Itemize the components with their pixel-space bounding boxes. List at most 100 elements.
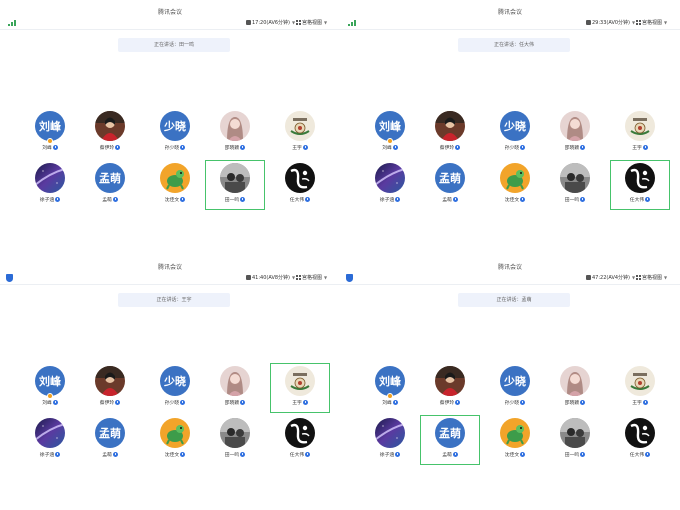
participant-name: 刘峰 [382, 401, 392, 406]
participant-tile[interactable]: 蔡伊玲 [420, 108, 480, 158]
participant-name-row: 王宇 [270, 399, 330, 406]
security-shield-icon[interactable] [346, 274, 353, 282]
meeting-duration-control[interactable]: 17:20(AV6分钟) ▼ [246, 19, 295, 26]
avatar [285, 111, 315, 141]
microphone-icon [112, 197, 118, 202]
participant-tile[interactable]: 沈佳文 [485, 415, 545, 465]
avatar [560, 418, 590, 448]
screenshot-grid: 腾讯会议 17:20(AV6分钟) ▼ 宫格视图 ▼ 正在讲话：田一鸣 刘峰 刘峰 蔡伊玲 少晓孙… [0, 0, 680, 510]
participant-tile[interactable]: 少晓 孙少晓 [145, 363, 205, 413]
meeting-duration-control[interactable]: 41:40(AV8分钟) ▼ [246, 274, 295, 281]
participant-tile[interactable]: 徐子涵 [20, 415, 80, 465]
participant-tile-speaking[interactable]: 王宇 [270, 363, 330, 413]
meeting-duration-control[interactable]: 29:33(AV0分钟) ▼ [586, 19, 635, 26]
participant-name: 田一鸣 [564, 453, 580, 458]
avatar: 少晓 [160, 111, 190, 141]
avatar [500, 418, 530, 448]
participant-tile[interactable]: 田一鸣 [545, 160, 605, 210]
participant-tile-speaking[interactable]: 孟萌 孟萌 [420, 415, 480, 465]
view-mode-button[interactable]: 宫格视图 ▼ [296, 274, 327, 281]
participant-name: 孙少晓 [504, 146, 520, 151]
grid-view-icon [636, 20, 641, 25]
participant-tile[interactable]: 孟萌 孟萌 [420, 160, 480, 210]
participant-tile[interactable]: 蔡伊玲 [420, 363, 480, 413]
avatar [285, 366, 315, 396]
participant-name: 孙少晓 [504, 401, 520, 406]
microphone-icon [180, 197, 186, 202]
clock-icon [586, 275, 591, 280]
participant-tile[interactable]: 任大伟 [610, 415, 670, 465]
participant-tile[interactable]: 邵晓颖 [545, 363, 605, 413]
participant-tile[interactable]: 少晓 孙少晓 [145, 108, 205, 158]
view-mode-button[interactable]: 宫格视图 ▼ [636, 19, 667, 26]
participant-tile[interactable]: 沈佳文 [145, 160, 205, 210]
microphone-icon [580, 145, 586, 150]
participant-tile[interactable]: 沈佳文 [145, 415, 205, 465]
avatar [625, 111, 655, 141]
participant-name: 田一鸣 [564, 198, 580, 203]
participant-tile[interactable]: 邵晓颖 [545, 108, 605, 158]
chevron-down-icon: ▼ [324, 275, 328, 280]
participant-tile[interactable]: 孟萌 孟萌 [80, 415, 140, 465]
participant-name-row: 蔡伊玲 [80, 399, 140, 406]
view-mode-button[interactable]: 宫格视图 ▼ [636, 274, 667, 281]
view-mode-button[interactable]: 宫格视图 ▼ [296, 19, 327, 26]
participant-tile-speaking[interactable]: 田一鸣 [205, 160, 265, 210]
participant-tile[interactable]: 邵晓颖 [205, 363, 265, 413]
participant-tile[interactable]: 王宇 [610, 108, 670, 158]
participant-tile[interactable]: 田一鸣 [205, 415, 265, 465]
participant-tile[interactable]: 刘峰 刘峰 [360, 363, 420, 413]
participant-tile[interactable]: 蔡伊玲 [80, 363, 140, 413]
chevron-down-icon: ▼ [292, 275, 296, 280]
participant-tile[interactable]: 少晓 孙少晓 [485, 363, 545, 413]
participant-name: 徐子涵 [379, 198, 395, 203]
participant-tile[interactable]: 王宇 [610, 363, 670, 413]
avatar [95, 366, 125, 396]
participant-name: 徐子涵 [39, 198, 55, 203]
participant-name-row: 孙少晓 [485, 399, 545, 406]
participant-tile[interactable]: 刘峰 刘峰 [360, 108, 420, 158]
microphone-icon [240, 197, 246, 202]
network-signal-icon [348, 20, 356, 26]
microphone-icon [645, 197, 651, 202]
microphone-icon [55, 197, 61, 202]
participant-tile[interactable]: 徐子涵 [360, 415, 420, 465]
participant-tile[interactable]: 任大伟 [270, 160, 330, 210]
avatar: 少晓 [160, 366, 190, 396]
toolbar: 29:33(AV0分钟) ▼ 宫格视图 ▼ [340, 16, 680, 30]
participant-tile[interactable]: 沈佳文 [485, 160, 545, 210]
microphone-icon [115, 145, 121, 150]
participant-tile[interactable]: 任大伟 [270, 415, 330, 465]
participant-name-row: 刘峰 [360, 399, 420, 406]
participant-name-row: 孟萌 [420, 196, 480, 203]
participant-name-row: 沈佳文 [145, 196, 205, 203]
microphone-icon [52, 400, 58, 405]
participant-name-row: 徐子涵 [360, 196, 420, 203]
participant-name-row: 孟萌 [80, 451, 140, 458]
view-mode-label: 宫格视图 [642, 275, 663, 281]
participant-name: 王宇 [632, 146, 642, 151]
participant-tile-speaking[interactable]: 任大伟 [610, 160, 670, 210]
meeting-duration-control[interactable]: 47:22(AV4分钟) ▼ [586, 274, 635, 281]
participant-tile[interactable]: 少晓 孙少晓 [485, 108, 545, 158]
avatar [35, 163, 65, 193]
participant-tile[interactable]: 蔡伊玲 [80, 108, 140, 158]
avatar [220, 163, 250, 193]
participant-name-row: 孟萌 [80, 196, 140, 203]
participant-name: 王宇 [292, 146, 302, 151]
participant-name: 邵晓颖 [224, 146, 240, 151]
participant-tile[interactable]: 孟萌 孟萌 [80, 160, 140, 210]
avatar: 少晓 [500, 366, 530, 396]
participant-tile[interactable]: 王宇 [270, 108, 330, 158]
security-shield-icon[interactable] [6, 274, 13, 282]
participant-name-row: 徐子涵 [20, 451, 80, 458]
participant-tile[interactable]: 徐子涵 [20, 160, 80, 210]
clock-icon [246, 20, 251, 25]
participant-tile[interactable]: 徐子涵 [360, 160, 420, 210]
participant-tile[interactable]: 邵晓颖 [205, 108, 265, 158]
participant-tile[interactable]: 田一鸣 [545, 415, 605, 465]
participant-tile[interactable]: 刘峰 刘峰 [20, 363, 80, 413]
avatar: 孟萌 [435, 418, 465, 448]
participant-tile[interactable]: 刘峰 刘峰 [20, 108, 80, 158]
microphone-icon [305, 452, 311, 457]
